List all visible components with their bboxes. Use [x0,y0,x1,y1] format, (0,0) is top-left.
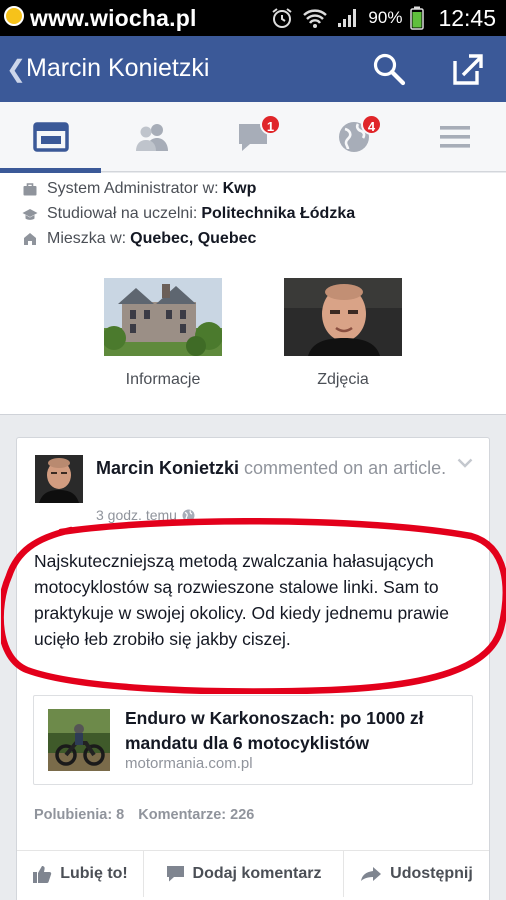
tab-notifications[interactable]: 4 [303,102,404,172]
share-icon[interactable] [450,51,486,87]
tab-messages[interactable]: 1 [202,102,303,172]
notifications-badge: 4 [361,114,382,135]
post-actions: Lubię to! Dodaj komentarz Udostępnij [17,850,489,897]
post-header: Marcin Konietzki commented on an article… [96,455,456,481]
comment-label: Dodaj komentarz [192,865,322,882]
graduation-cap-icon [22,206,38,222]
signal-icon [338,9,357,27]
post-text: Najskuteczniejszą metodą zwalczania hała… [34,551,449,649]
photos-thumbnail[interactable] [284,278,402,356]
public-globe-icon [182,509,195,521]
comment-button[interactable]: Dodaj komentarz [143,851,343,897]
wifi-icon [303,9,328,28]
like-label: Lubię to! [60,865,128,882]
home-row: Mieszka w: Quebec, Quebec [22,228,256,250]
article-thumbnail [48,709,110,771]
friends-icon [135,124,168,151]
education-row: Studiował na uczelni: Politechnika Łódzk… [22,203,355,225]
battery-icon [410,6,425,30]
work-prefix: System Administrator w: [47,180,219,197]
post-author[interactable]: Marcin Konietzki [96,458,239,478]
page-title[interactable]: Marcin Konietzki [26,54,209,83]
share-arrow-icon [361,867,382,881]
info-thumbnail[interactable] [102,278,223,356]
avatar[interactable] [35,455,83,503]
education-prefix: Studiował na uczelni: [47,205,198,222]
battery-percent: 90% [368,8,403,27]
post-card: Marcin Konietzki commented on an article… [1,437,506,900]
home-value[interactable]: Quebec, Quebec [130,230,256,248]
tab-timeline[interactable] [0,102,101,173]
tab-friends[interactable] [101,102,202,172]
about-section: System Administrator w: Kwp Studiował na… [0,173,506,415]
info-link[interactable]: Informacje [104,371,222,389]
status-bar: www.wiocha.pl 90% 12:45 [0,0,506,36]
share-label: Udostępnij [390,865,473,882]
chevron-down-icon[interactable] [457,458,473,468]
tab-more[interactable] [404,102,505,172]
comment-icon [166,866,184,882]
photos-link[interactable]: Zdjęcia [284,371,402,389]
home-icon [22,231,38,247]
education-value[interactable]: Politechnika Łódzka [201,205,355,223]
status-icons: 90% 12:45 [270,4,496,32]
chevron-left-icon[interactable]: ❮ [6,55,26,84]
comments-count[interactable]: Komentarze: 226 [138,807,254,823]
clock: 12:45 [438,4,496,31]
nav-tabs: 1 4 [0,102,506,173]
article-link-card[interactable]: Enduro w Karkonoszach: po 1000 zł mandat… [33,695,473,785]
share-button[interactable]: Udostępnij [343,851,489,897]
timeline-icon [32,122,69,152]
search-icon[interactable] [372,52,406,86]
article-title[interactable]: Enduro w Karkonoszach: po 1000 zł mandat… [125,706,465,756]
likes-count[interactable]: Polubienia: 8 [34,807,124,823]
thumbs-up-icon [33,866,52,883]
alarm-icon [272,8,293,28]
work-value[interactable]: Kwp [223,180,257,198]
post-time[interactable]: 3 godz. temu [96,507,177,523]
messages-badge: 1 [260,114,281,135]
like-button[interactable]: Lubię to! [17,851,143,897]
briefcase-icon [22,181,38,197]
watermark-text: www.wiocha.pl [30,5,197,31]
post-action: commented on an article. [244,458,447,478]
watermark-logo [4,6,24,26]
profile-header: ❮ Marcin Konietzki [0,36,506,102]
menu-icon [439,126,470,148]
post-stats: Polubienia: 8 Komentarze: 226 [34,807,254,823]
article-domain: motormania.com.pl [125,755,253,772]
home-prefix: Mieszka w: [47,230,127,247]
work-row: System Administrator w: Kwp [22,178,256,200]
post-meta: 3 godz. temu [96,507,195,523]
